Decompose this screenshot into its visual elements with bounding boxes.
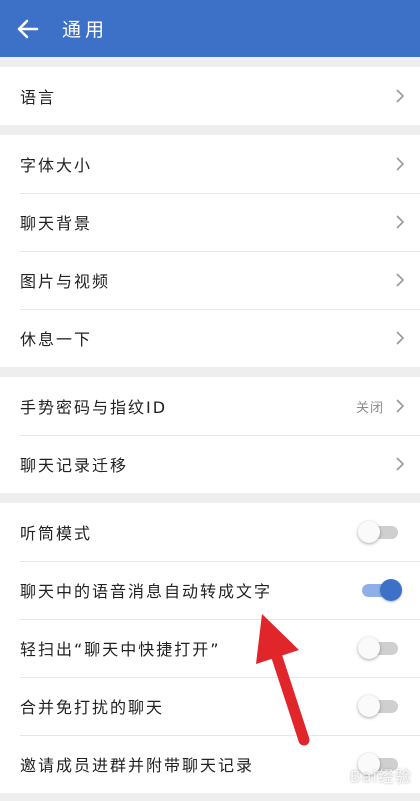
setting-label: 聊天中的语音消息自动转成文字 <box>20 582 273 601</box>
setting-label: 听筒模式 <box>20 524 93 543</box>
toggle-knob <box>380 579 402 601</box>
toggle-knob <box>358 695 380 717</box>
setting-label: 手势密码与指纹ID <box>20 398 168 417</box>
setting-label: 图片与视频 <box>20 272 111 291</box>
setting-row-photos-videos[interactable]: 图片与视频 <box>0 251 420 309</box>
setting-label: 休息一下 <box>20 330 93 349</box>
setting-row-gesture-password[interactable]: 手势密码与指纹ID 关闭 <box>0 377 420 435</box>
settings-group-toggles: 听筒模式 聊天中的语音消息自动转成文字 轻扫出“聊天中快捷打开” 合并免打扰的聊… <box>0 503 420 793</box>
setting-label: 聊天背景 <box>20 214 93 233</box>
setting-row-earpiece-mode: 听筒模式 <box>0 503 420 561</box>
setting-label: 合并免打扰的聊天 <box>20 698 165 717</box>
swipe-quick-open-toggle[interactable] <box>358 636 402 660</box>
setting-value: 关闭 <box>355 400 384 416</box>
chevron-right-icon <box>394 214 406 230</box>
settings-group-security: 手势密码与指纹ID 关闭 聊天记录迁移 <box>0 377 420 493</box>
setting-label: 语言 <box>20 88 57 107</box>
setting-row-chat-background[interactable]: 聊天背景 <box>0 193 420 251</box>
chevron-right-icon <box>394 456 406 472</box>
settings-list: 语言 字体大小 聊天背景 图片与视频 休息一下 手势密码与指纹ID 关闭 聊天记… <box>0 57 420 793</box>
settings-group-language: 语言 <box>0 67 420 125</box>
chevron-right-icon <box>394 272 406 288</box>
settings-screen: 通用 语言 字体大小 聊天背景 图片与视频 休息一下 手势密码与指纹ID 关闭 … <box>0 0 420 801</box>
app-bar: 通用 <box>0 0 420 57</box>
setting-row-voice-to-text: 聊天中的语音消息自动转成文字 <box>0 561 420 619</box>
page-title: 通用 <box>62 19 109 41</box>
chevron-right-icon <box>394 398 406 414</box>
toggle-knob <box>358 637 380 659</box>
group-divider <box>0 57 420 67</box>
setting-row-merge-muted-chats: 合并免打扰的聊天 <box>0 677 420 735</box>
chevron-right-icon <box>394 330 406 346</box>
voice-to-text-toggle[interactable] <box>358 578 402 602</box>
setting-row-language[interactable]: 语言 <box>0 67 420 125</box>
setting-label: 字体大小 <box>20 156 93 175</box>
watermark-text: Bai经验 <box>349 767 412 786</box>
setting-label: 轻扫出“聊天中快捷打开” <box>20 640 221 659</box>
group-divider <box>0 125 420 135</box>
chevron-right-icon <box>394 88 406 104</box>
merge-muted-chats-toggle[interactable] <box>358 694 402 718</box>
chevron-right-icon <box>394 156 406 172</box>
arrow-left-icon <box>17 19 39 38</box>
toggle-knob <box>358 521 380 543</box>
setting-row-font-size[interactable]: 字体大小 <box>0 135 420 193</box>
back-button[interactable] <box>0 0 56 57</box>
group-divider <box>0 493 420 503</box>
group-divider <box>0 367 420 377</box>
setting-row-chat-migration[interactable]: 聊天记录迁移 <box>0 435 420 493</box>
setting-label: 邀请成员进群并附带聊天记录 <box>20 756 255 775</box>
setting-row-take-a-break[interactable]: 休息一下 <box>0 309 420 367</box>
settings-group-display: 字体大小 聊天背景 图片与视频 休息一下 <box>0 135 420 367</box>
setting-row-swipe-quick-open: 轻扫出“聊天中快捷打开” <box>0 619 420 677</box>
setting-label: 聊天记录迁移 <box>20 456 129 475</box>
earpiece-mode-toggle[interactable] <box>358 520 402 544</box>
